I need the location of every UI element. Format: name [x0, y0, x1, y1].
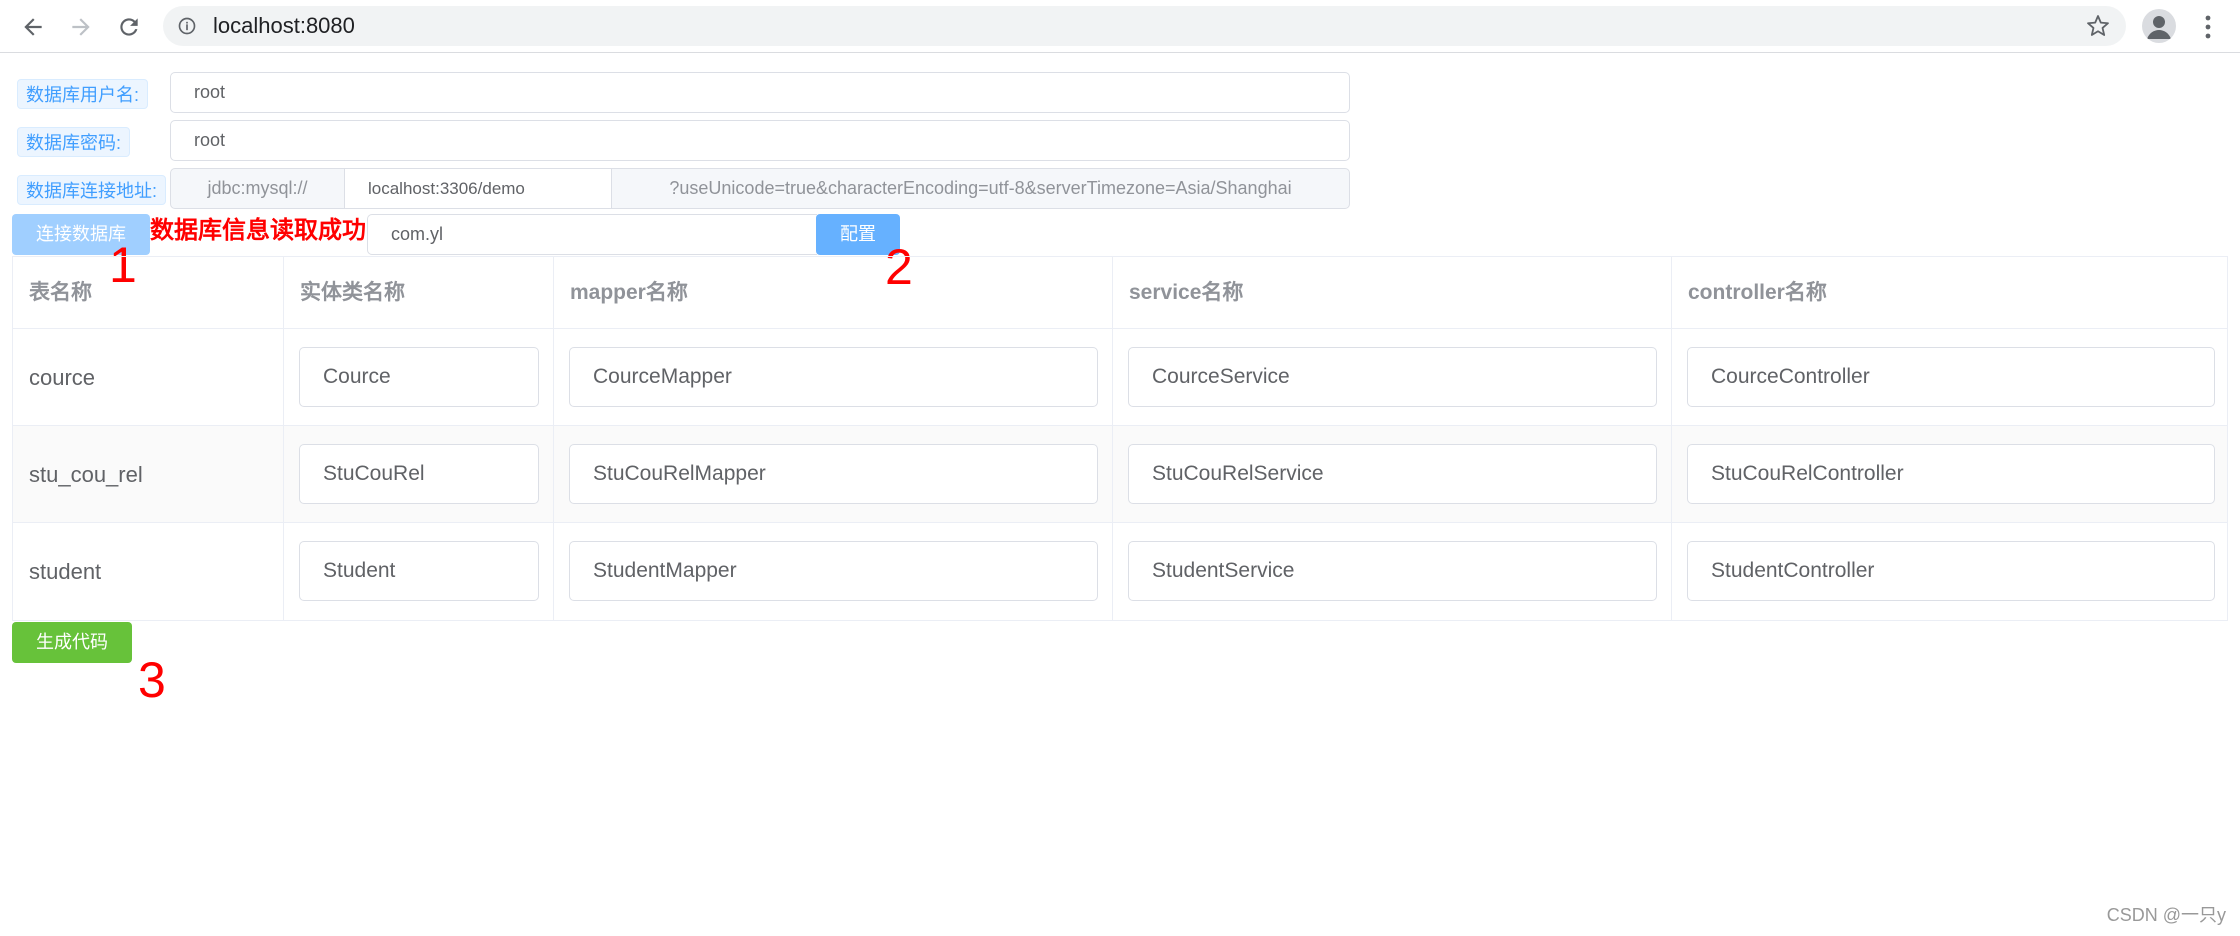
- mapper-name-input[interactable]: CourceMapper: [569, 347, 1098, 407]
- table-name-cell: stu_cou_rel: [13, 426, 284, 522]
- password-label: 数据库密码:: [17, 127, 131, 157]
- header-controller-name: controller名称: [1688, 281, 1827, 304]
- controller-name-input[interactable]: StuCouRelController: [1687, 444, 2215, 504]
- generate-code-button[interactable]: 生成代码: [12, 622, 132, 663]
- header-entity-name: 实体类名称: [284, 257, 554, 328]
- table-name-cell: cource: [13, 329, 284, 425]
- connection-url-label: 数据库连接地址:: [17, 175, 167, 205]
- url-text: localhost:8080: [213, 13, 355, 38]
- url-host-input[interactable]: localhost:3306/demo: [344, 168, 612, 209]
- controller-name-input[interactable]: StudentController: [1687, 541, 2215, 601]
- forward-icon[interactable]: [64, 10, 98, 44]
- address-bar[interactable]: localhost:8080: [163, 6, 2126, 46]
- menu-kebab-icon[interactable]: [2196, 10, 2220, 44]
- entity-name-input[interactable]: Cource: [299, 347, 539, 407]
- header-mapper-name: mapper名称: [554, 257, 1113, 328]
- url-suffix: ?useUnicode=true&characterEncoding=utf-8…: [611, 168, 1350, 209]
- entity-name-input[interactable]: Student: [299, 541, 539, 601]
- table-name-cell: student: [13, 523, 284, 620]
- watermark: CSDN @一只y: [2106, 905, 2226, 925]
- table-header-row: 表名称 实体类名称 mapper名称 service名称 controller名…: [13, 257, 2227, 329]
- browser-toolbar: localhost:8080: [0, 0, 2240, 53]
- bookmark-star-icon[interactable]: [2086, 14, 2110, 38]
- header-table-name: 表名称: [13, 257, 284, 328]
- annotation-marker-3: 3: [138, 652, 166, 708]
- controller-name-input[interactable]: CourceController: [1687, 347, 2215, 407]
- table-row: student Student StudentMapper StudentSer…: [13, 523, 2227, 620]
- username-label: 数据库用户名:: [17, 79, 149, 109]
- username-input[interactable]: root: [170, 72, 1350, 113]
- url-prefix: jdbc:mysql://: [170, 168, 345, 209]
- mapper-name-input[interactable]: StuCouRelMapper: [569, 444, 1098, 504]
- mapping-table: 表名称 实体类名称 mapper名称 service名称 controller名…: [12, 256, 2228, 621]
- header-service-name: service名称: [1113, 257, 1672, 328]
- service-name-input[interactable]: StudentService: [1128, 541, 1657, 601]
- table-row: cource Cource CourceMapper CourceService…: [13, 329, 2227, 426]
- password-input[interactable]: root: [170, 120, 1350, 161]
- package-input[interactable]: com.yl: [367, 214, 817, 255]
- entity-name-input[interactable]: StuCouRel: [299, 444, 539, 504]
- mapper-name-input[interactable]: StudentMapper: [569, 541, 1098, 601]
- info-icon[interactable]: [177, 16, 197, 36]
- table-row: stu_cou_rel StuCouRel StuCouRelMapper St…: [13, 426, 2227, 523]
- success-message: 数据库信息读取成功: [150, 217, 366, 244]
- service-name-input[interactable]: CourceService: [1128, 347, 1657, 407]
- back-icon[interactable]: [16, 10, 50, 44]
- service-name-input[interactable]: StuCouRelService: [1128, 444, 1657, 504]
- reload-icon[interactable]: [112, 10, 146, 44]
- profile-avatar-icon[interactable]: [2142, 9, 2176, 43]
